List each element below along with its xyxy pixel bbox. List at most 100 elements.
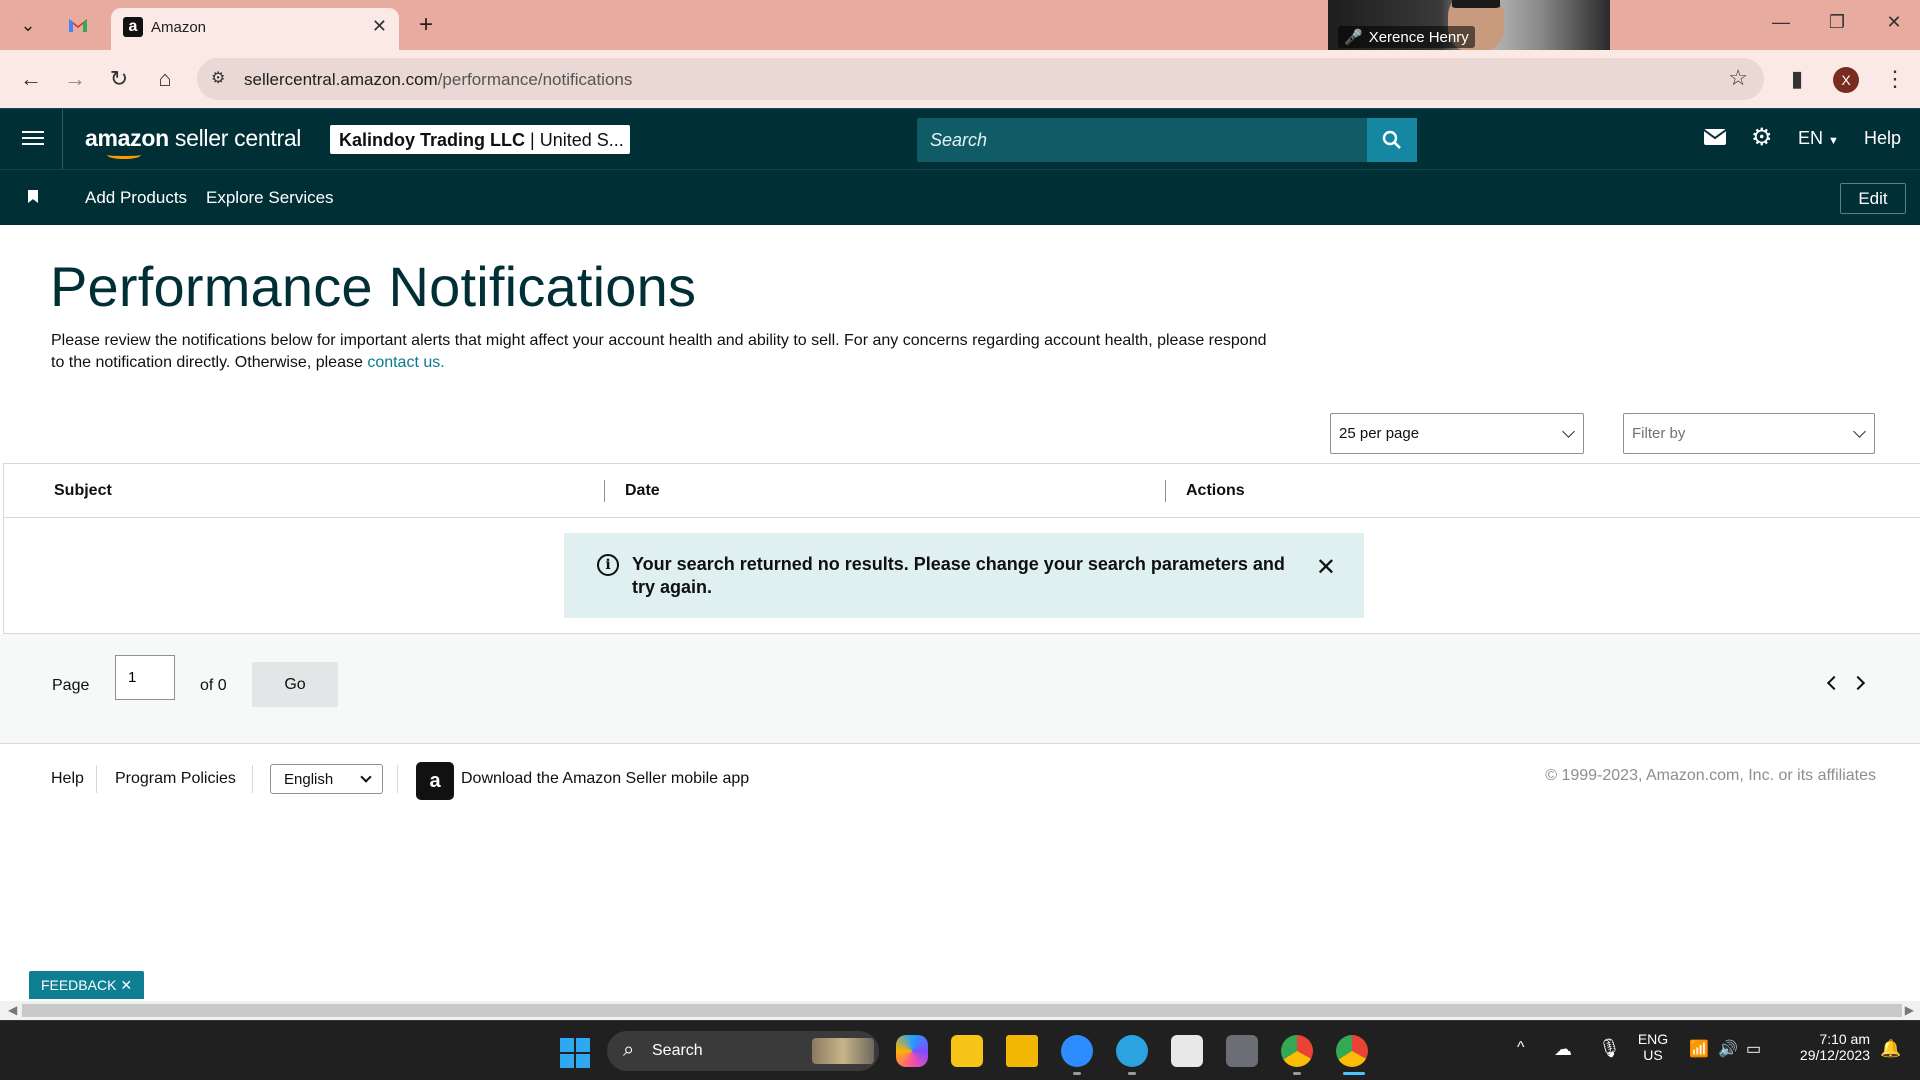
column-actions: Actions [1186,482,1245,499]
profile-avatar[interactable]: X [1833,67,1859,93]
volume-icon[interactable]: 🔊 [1718,1039,1738,1059]
chevron-down-icon [1853,425,1866,438]
browser-menu-icon[interactable]: ⋮ [1880,64,1910,94]
gmail-tab-icon[interactable] [62,9,94,41]
table-header: Subject Date Actions [4,464,1920,518]
amazon-favicon-icon: a [123,17,143,37]
url-path: /performance/notifications [437,70,633,89]
bookmark-star-icon[interactable]: ☆ [1728,65,1748,91]
account-switcher[interactable]: Kalindoy Trading LLC | United S... [330,125,630,154]
onedrive-icon[interactable]: ☁ [1554,1039,1572,1060]
scrollbar-thumb[interactable] [22,1004,1902,1017]
close-tab-icon[interactable]: ✕ [372,16,387,37]
chevron-down-icon [360,771,372,783]
header-divider [62,109,63,170]
per-page-select[interactable]: 25 per page [1330,413,1584,454]
search-input[interactable] [917,118,1367,162]
page-number-input[interactable] [115,655,175,700]
clock[interactable]: 7:10 am 29/12/2023 [1782,1031,1870,1063]
column-subject[interactable]: Subject [54,482,112,500]
column-date[interactable]: Date [625,482,660,500]
browser-toolbar: ← → ↻ ⌂ ⚙ sellercentral.amazon.com/perfo… [0,50,1920,108]
nav-add-products[interactable]: Add Products [85,188,187,208]
filter-select[interactable]: Filter by [1623,413,1875,454]
account-marketplace: | United S... [525,130,624,150]
url-host: sellercentral.amazon.com [244,70,438,89]
muted-mic-icon: 🎤 [1344,29,1363,46]
battery-icon[interactable]: ▭ [1746,1039,1761,1059]
new-tab-icon[interactable]: + [410,9,442,41]
footer-language-select[interactable]: English [270,764,383,794]
browser-tab-strip: ⌄ a Amazon ✕ + 🎤 Xerence Henry — ❐ ✕ [0,0,1920,50]
program-policies-link[interactable]: Program Policies [115,770,236,788]
tab-search-chevron-icon[interactable]: ⌄ [12,9,44,41]
column-divider [604,480,605,502]
microphone-icon[interactable]: 🎙 [1598,1038,1621,1059]
horizontal-scrollbar[interactable]: ◀ ▶ [0,1001,1920,1020]
chrome-app-icon[interactable] [1281,1035,1313,1067]
restore-icon[interactable]: ❐ [1822,12,1852,33]
show-hidden-icons[interactable]: ^ [1517,1039,1525,1057]
reload-icon[interactable]: ↻ [104,64,134,94]
snipping-tool-icon[interactable] [1171,1035,1203,1067]
tab-title: Amazon [151,19,207,36]
go-button[interactable]: Go [252,662,338,707]
side-panel-icon[interactable]: ▮ [1782,64,1812,94]
menu-icon[interactable] [22,127,44,151]
close-icon[interactable]: ✕ [120,977,132,994]
input-language[interactable]: ENG US [1636,1031,1670,1063]
download-app-link[interactable]: Download the Amazon Seller mobile app [461,770,749,788]
windows-taskbar: ⌕ Search ^ ☁ 🎙 ENG US 📶 🔊 ▭ 7:10 am 29/12/… [0,1020,1920,1080]
alert-message: Your search returned no results. Please … [632,554,1285,597]
footer-divider [397,765,398,793]
forward-icon[interactable]: → [60,64,90,94]
scroll-left-icon[interactable]: ◀ [8,1003,17,1017]
copilot-app-icon[interactable] [896,1035,928,1067]
column-divider [1165,480,1166,502]
next-page-icon[interactable] [1850,675,1866,691]
bookmark-icon[interactable] [28,190,38,203]
taskbar-search[interactable]: ⌕ Search [607,1031,879,1071]
settings-gear-icon[interactable]: ⚙ [1751,123,1773,152]
caret-down-icon: ▼ [1828,135,1839,147]
messages-icon[interactable] [1703,126,1727,152]
edit-button[interactable]: Edit [1840,183,1906,214]
address-bar[interactable]: ⚙ sellercentral.amazon.com/performance/n… [197,58,1764,100]
page-total: of 0 [200,677,227,694]
search-icon: ⌕ [623,1039,635,1061]
notifications-bell-icon[interactable]: 🔔 [1880,1039,1901,1059]
wifi-icon[interactable]: 📶 [1689,1039,1709,1059]
footer-divider [252,765,253,793]
language-selector[interactable]: EN ▼ [1798,128,1839,149]
scroll-right-icon[interactable]: ▶ [1905,1003,1914,1017]
page-title: Performance Notifications [50,255,697,318]
feedback-button[interactable]: FEEDBACK ✕ [29,971,144,999]
chevron-down-icon [1562,425,1575,438]
search-button[interactable] [1367,118,1417,162]
tab-amazon[interactable]: a Amazon ✕ [111,8,399,50]
telegram-app-icon[interactable] [1116,1035,1148,1067]
chrome-profile-app-icon[interactable] [1336,1035,1368,1067]
sticky-notes-icon[interactable] [951,1035,983,1067]
video-call-tile: 🎤 Xerence Henry [1328,0,1610,50]
search-highlight-image [812,1038,874,1064]
footer-help-link[interactable]: Help [51,770,84,788]
minimize-icon[interactable]: — [1766,12,1796,33]
site-settings-icon[interactable]: ⚙ [211,68,225,88]
calculator-icon[interactable] [1226,1035,1258,1067]
copyright-text: © 1999-2023, Amazon.com, Inc. or its aff… [1545,767,1876,784]
back-icon[interactable]: ← [16,64,46,94]
close-icon[interactable]: ✕ [1316,553,1336,582]
nav-explore-services[interactable]: Explore Services [206,188,334,208]
file-explorer-icon[interactable] [1006,1035,1038,1067]
seller-app-icon[interactable]: a [416,762,454,800]
search-field[interactable] [917,118,1367,162]
home-icon[interactable]: ⌂ [150,64,180,94]
previous-page-icon[interactable] [1826,675,1842,691]
seller-central-logo[interactable]: amazon seller central [85,125,301,159]
help-link[interactable]: Help [1864,128,1901,149]
contact-us-link[interactable]: contact us. [367,354,444,371]
windows-start-icon[interactable] [560,1038,590,1068]
zoom-app-icon[interactable] [1061,1035,1093,1067]
close-window-icon[interactable]: ✕ [1879,12,1909,33]
